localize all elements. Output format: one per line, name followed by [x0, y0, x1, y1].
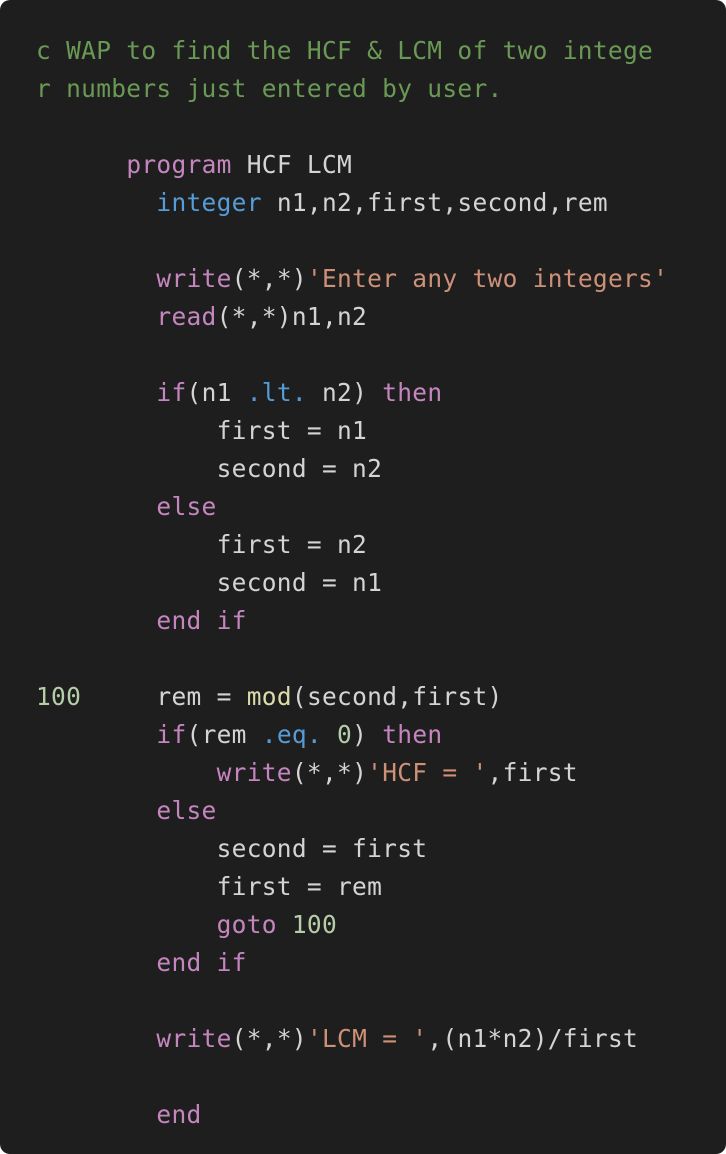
- program-name: HCF LCM: [231, 150, 353, 179]
- goto-keyword: goto: [216, 910, 277, 939]
- else-line: else: [36, 792, 726, 830]
- hcf-string: 'HCF = ': [367, 758, 488, 787]
- then-keyword: then: [382, 720, 443, 749]
- code-panel: c WAP to find the HCF & LCM of two integ…: [0, 0, 726, 1154]
- else-keyword: else: [156, 492, 217, 521]
- write-keyword: write: [216, 758, 292, 787]
- end-keyword: end: [156, 1100, 202, 1129]
- if-open: (rem: [186, 720, 262, 749]
- declared-variables: n1,n2,first,second,rem: [261, 188, 608, 217]
- goto-line: goto 100: [36, 906, 726, 944]
- assign-line: first = n1: [36, 416, 368, 445]
- if-keyword: if: [156, 720, 187, 749]
- end-if-line: end if: [36, 602, 726, 640]
- assign-line: second = n2: [36, 454, 383, 483]
- end-if-keyword: end if: [156, 606, 247, 635]
- assign-line: second = first: [36, 834, 428, 863]
- rem-assign: rem =: [156, 682, 247, 711]
- end-if-keyword: end if: [156, 948, 247, 977]
- comment-line: r numbers just entered by user.: [36, 74, 503, 103]
- write-args: (*,*): [231, 264, 307, 293]
- write-args: (*,*): [291, 758, 368, 787]
- write-tail: ,(n1*n2)/first: [427, 1024, 639, 1053]
- if-close: ): [352, 720, 383, 749]
- zero-literal: 0: [337, 720, 353, 749]
- if-compare-line: if(n1 .lt. n2) then: [36, 374, 726, 412]
- then-keyword: then: [382, 378, 443, 407]
- assign-line: first = n2: [36, 530, 368, 559]
- read-line: read(*,*)n1,n2: [36, 298, 726, 336]
- if-rem-line: if(rem .eq. 0) then: [36, 716, 726, 754]
- if-close: n2): [306, 378, 383, 407]
- prompt-string: 'Enter any two integers': [306, 264, 669, 293]
- eq-operator: .eq.: [261, 720, 322, 749]
- write-args: (*,*): [231, 1024, 307, 1053]
- write-lcm-line: write(*,*)'LCM = ',(n1*n2)/first: [36, 1020, 726, 1058]
- assign-line: second = n1: [36, 568, 383, 597]
- read-args: (*,*)n1,n2: [216, 302, 368, 331]
- assign-line: first = rem: [36, 872, 383, 901]
- write-tail: ,first: [487, 758, 578, 787]
- label-100-line: 100 rem = mod(second,first): [36, 678, 726, 716]
- comment-line: c WAP to find the HCF & LCM of two integ…: [36, 36, 654, 65]
- mod-args: (second,first): [291, 682, 503, 711]
- declaration-line: integer n1,n2,first,second,rem: [36, 184, 726, 222]
- code-block: c WAP to find the HCF & LCM of two integ…: [36, 32, 726, 1134]
- write-keyword: write: [156, 1024, 232, 1053]
- lt-operator: .lt.: [246, 378, 307, 407]
- label-pad: [81, 682, 156, 711]
- lcm-string: 'LCM = ': [306, 1024, 428, 1053]
- goto-target: 100: [291, 910, 338, 939]
- write-keyword: write: [156, 264, 232, 293]
- read-keyword: read: [156, 302, 217, 331]
- program-keyword: program: [126, 150, 232, 179]
- program-line: program HCF LCM: [36, 146, 726, 184]
- statement-label: 100: [36, 682, 82, 711]
- integer-type: integer: [156, 188, 262, 217]
- mod-function: mod: [246, 682, 292, 711]
- write-prompt-line: write(*,*)'Enter any two integers': [36, 260, 726, 298]
- end-line: end: [36, 1096, 726, 1134]
- write-hcf-line: write(*,*)'HCF = ',first: [36, 754, 726, 792]
- if-keyword: if: [156, 378, 187, 407]
- else-line: else: [36, 488, 726, 526]
- end-if-line: end if: [36, 944, 726, 982]
- else-keyword: else: [156, 796, 217, 825]
- if-open: (n1: [186, 378, 247, 407]
